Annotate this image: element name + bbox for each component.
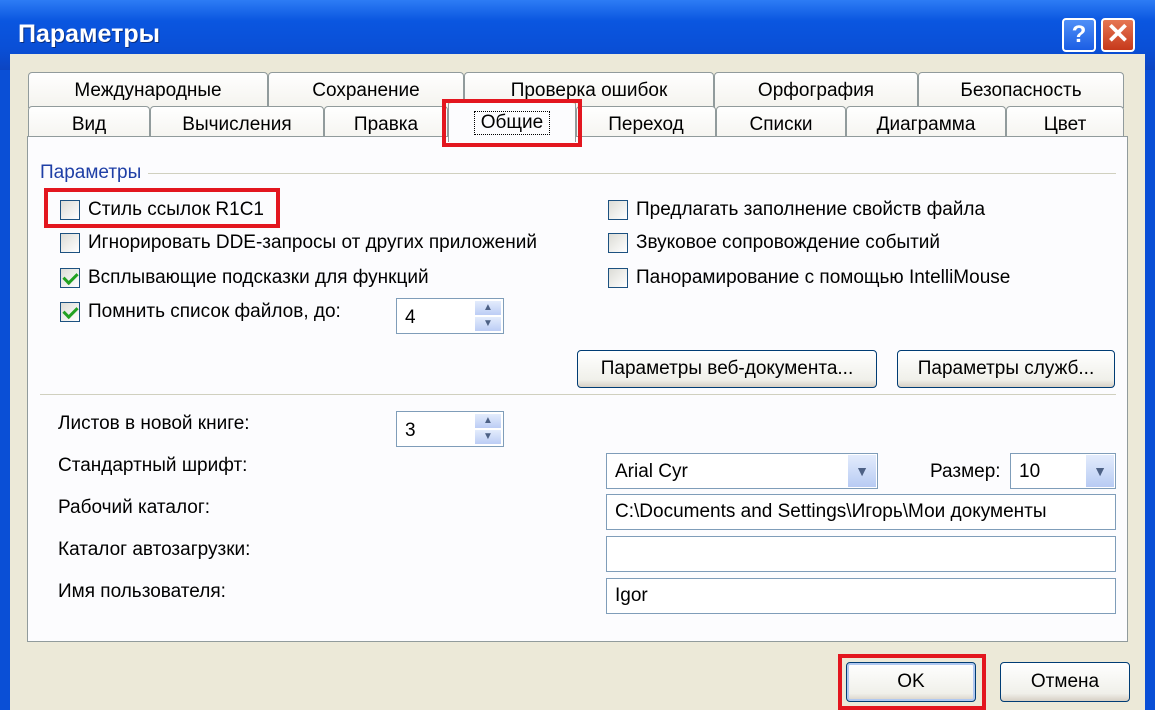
standard-font-select[interactable]: Arial Cyr ▼ — [606, 453, 878, 489]
tab-label: Международные — [74, 79, 222, 101]
tab-label: Диаграмма — [876, 113, 976, 135]
intellimouse-label: Панорамирование с помощью IntelliMouse — [636, 267, 1011, 288]
tab-label: Общие — [473, 110, 551, 135]
recent-files-label: Помнить список файлов, до: — [88, 301, 341, 322]
working-directory-input[interactable]: C:\Documents and Settings\Игорь\Мои доку… — [606, 494, 1116, 530]
font-size-value: 10 — [1019, 461, 1041, 482]
tab-international[interactable]: Международные — [28, 72, 268, 108]
sheets-count-stepper[interactable]: 3 ▲ ▼ — [396, 411, 504, 447]
tab-label: Переход — [608, 113, 684, 135]
function-tooltips-label: Всплывающие подсказки для функций — [88, 267, 429, 288]
stepper-down-icon[interactable]: ▼ — [474, 316, 502, 332]
stepper-down-icon[interactable]: ▼ — [474, 429, 502, 445]
stepper-up-icon[interactable]: ▲ — [474, 413, 502, 429]
ok-button[interactable]: OK — [846, 662, 976, 702]
sound-feedback-checkbox[interactable] — [608, 233, 628, 253]
tab-label: Вычисления — [182, 113, 292, 135]
standard-font-value: Arial Cyr — [615, 461, 688, 482]
web-options-button[interactable]: Параметры веб-документа... — [577, 350, 877, 388]
r1c1-label: Стиль ссылок R1C1 — [88, 199, 264, 220]
font-size-select[interactable]: 10 ▼ — [1010, 453, 1116, 489]
tab-save[interactable]: Сохранение — [268, 72, 464, 108]
font-size-label: Размер: — [930, 461, 1001, 482]
stepper-up-icon[interactable]: ▲ — [474, 300, 502, 316]
tab-general[interactable]: Общие — [448, 100, 576, 142]
tab-label: Орфография — [757, 79, 875, 101]
chevron-down-icon[interactable]: ▼ — [848, 455, 876, 487]
stepper-arrows: ▲ ▼ — [474, 300, 502, 332]
autoload-directory-input[interactable] — [606, 536, 1116, 572]
autoload-directory-label: Каталог автозагрузки: — [58, 539, 251, 560]
help-button[interactable]: ? — [1062, 18, 1096, 52]
dialog-title: Параметры — [18, 20, 160, 48]
tab-label: Сохранение — [312, 79, 420, 101]
sheets-count-label: Листов в новой книге: — [58, 413, 250, 434]
r1c1-checkbox[interactable] — [60, 200, 80, 220]
tab-label: Правка — [353, 113, 419, 135]
close-button[interactable]: ✕ — [1101, 18, 1135, 52]
working-directory-label: Рабочий каталог: — [58, 497, 211, 518]
ignore-dde-label: Игнорировать DDE-запросы от других прило… — [88, 232, 537, 253]
file-properties-label: Предлагать заполнение свойств файла — [636, 199, 986, 220]
chevron-down-icon[interactable]: ▼ — [1086, 455, 1114, 487]
recent-files-count-value[interactable]: 4 — [405, 307, 416, 329]
section-divider — [40, 394, 1116, 395]
tab-security[interactable]: Безопасность — [918, 72, 1124, 108]
group-label: Параметры — [40, 162, 142, 183]
tab-label: Вид — [71, 113, 107, 135]
service-options-button[interactable]: Параметры служб... — [897, 350, 1115, 388]
sheets-count-value[interactable]: 3 — [405, 420, 416, 442]
tab-spelling[interactable]: Орфография — [714, 72, 918, 108]
tab-label: Проверка ошибок — [510, 79, 668, 101]
ignore-dde-checkbox[interactable] — [60, 233, 80, 253]
cancel-button[interactable]: Отмена — [1000, 662, 1130, 702]
tab-label: Безопасность — [960, 79, 1082, 101]
intellimouse-checkbox[interactable] — [608, 268, 628, 288]
username-label: Имя пользователя: — [58, 581, 226, 602]
tab-label: Списки — [749, 113, 813, 135]
recent-files-count-stepper[interactable]: 4 ▲ ▼ — [396, 298, 504, 334]
file-properties-checkbox[interactable] — [608, 200, 628, 220]
group-divider — [148, 173, 1116, 174]
recent-files-checkbox[interactable] — [60, 302, 80, 322]
stepper-arrows: ▲ ▼ — [474, 413, 502, 445]
tab-label: Цвет — [1043, 113, 1087, 135]
sound-feedback-label: Звуковое сопровождение событий — [636, 232, 941, 253]
username-input[interactable]: Igor — [606, 578, 1116, 614]
standard-font-label: Стандартный шрифт: — [58, 455, 248, 476]
function-tooltips-checkbox[interactable] — [60, 268, 80, 288]
